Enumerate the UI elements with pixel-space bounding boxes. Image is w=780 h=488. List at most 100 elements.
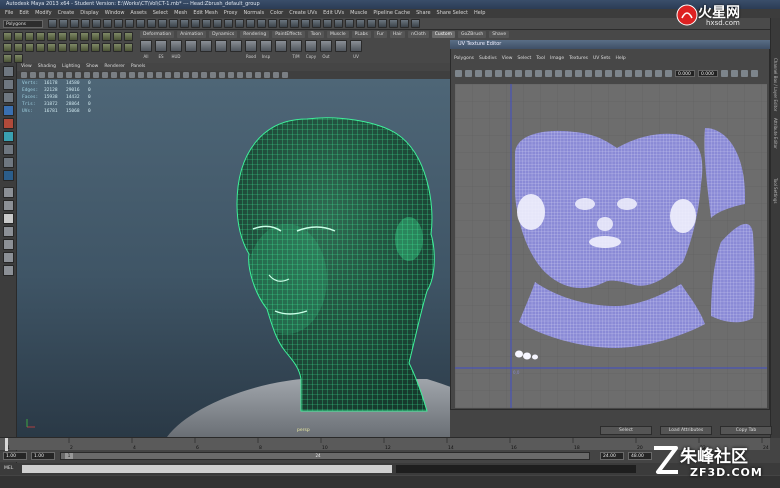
uv-value-field[interactable]: 0.000 [698,69,718,77]
uv-toolbar-icon[interactable] [731,69,738,77]
menu-edit-mesh[interactable]: Edit Mesh [193,9,217,18]
uv-value-field[interactable]: 0.000 [675,69,695,77]
menu-select[interactable]: Select [153,9,168,18]
viewport-toolbar-icon[interactable] [84,72,90,78]
menu-set-select[interactable]: Polygons [3,20,43,28]
shelf-tab-painteffects[interactable]: PaintEffects [272,31,305,38]
uv-toolbar-icon[interactable] [565,69,572,77]
viewport-toolbar-icon[interactable] [174,72,180,78]
uv-toolbar-icon[interactable] [495,69,502,77]
shelf-tab-custom[interactable]: Custom [431,31,455,38]
status-line-button-icon[interactable] [81,19,90,28]
status-line-button-icon[interactable] [411,19,420,28]
uv-toolbar-icon[interactable] [605,69,612,77]
shelf-tool-icon[interactable] [185,40,197,52]
persp-hypershade-layout-icon[interactable] [3,239,14,250]
uv-toolbar-icon[interactable] [721,69,728,77]
shelf-tool-icon[interactable] [200,40,212,52]
status-line-button-icon[interactable] [147,19,156,28]
rotate-tool-icon[interactable] [3,118,14,129]
side-tab-channel-box[interactable]: Channel Box / Layer Editor [773,58,778,111]
viewport-toolbar-icon[interactable] [192,72,198,78]
shelf-tool-icon[interactable] [155,40,167,52]
viewport-toolbar-icon[interactable] [282,72,288,78]
viewport-toolbar-icon[interactable] [21,72,27,78]
viewport-toolbar-icon[interactable] [129,72,135,78]
custom-shelf-button-icon[interactable] [3,32,12,41]
status-line-button-icon[interactable] [279,19,288,28]
status-line-button-icon[interactable] [213,19,222,28]
status-line-button-icon[interactable] [158,19,167,28]
status-line-button-icon[interactable] [136,19,145,28]
status-line-button-icon[interactable] [345,19,354,28]
status-line-button-icon[interactable] [312,19,321,28]
perspective-viewport[interactable] [17,79,450,437]
uv-toolbar-icon[interactable] [635,69,642,77]
viewport-toolbar-icon[interactable] [75,72,81,78]
viewport-toolbar-icon[interactable] [39,72,45,78]
uv-toolbar-icon[interactable] [455,69,462,77]
menu-proxy[interactable]: Proxy [224,9,238,18]
uv-toolbar-icon[interactable] [575,69,582,77]
menu-share-select[interactable]: Share Select [437,9,468,18]
status-line-button-icon[interactable] [114,19,123,28]
status-line-button-icon[interactable] [202,19,211,28]
uv-toolbar-icon[interactable] [625,69,632,77]
status-line-button-icon[interactable] [191,19,200,28]
shelf-tool-icon[interactable] [305,40,317,52]
shelf-tab-deformation[interactable]: Deformation [140,31,175,38]
shelf-tool-icon[interactable] [170,40,182,52]
status-line-button-icon[interactable] [323,19,332,28]
status-line-button-icon[interactable] [224,19,233,28]
custom-shelf-button-icon[interactable] [69,32,78,41]
custom-shelf-button-icon[interactable] [91,43,100,52]
status-line-button-icon[interactable] [301,19,310,28]
viewport-toolbar-icon[interactable] [48,72,54,78]
shelf-tab-animation[interactable]: Animation [177,31,207,38]
uv-toolbar-icon[interactable] [615,69,622,77]
viewport-menu-show[interactable]: Show [86,63,98,71]
shelf-tool-icon[interactable] [335,40,347,52]
status-line-button-icon[interactable] [169,19,178,28]
viewport-toolbar-icon[interactable] [237,72,243,78]
custom-shelf-button-icon[interactable] [47,32,56,41]
viewport-toolbar-icon[interactable] [201,72,207,78]
shelf-tool-icon[interactable] [275,40,287,52]
outliner-layout-icon[interactable] [3,265,14,276]
playback-end-field[interactable]: 24.00 [600,452,624,460]
status-line-button-icon[interactable] [257,19,266,28]
uv-toolbar-icon[interactable] [525,69,532,77]
status-line-button-icon[interactable] [367,19,376,28]
select-tool-icon[interactable] [3,66,14,77]
uv-menu-polygons[interactable]: Polygons [454,54,474,63]
status-line-button-icon[interactable] [290,19,299,28]
load-attributes-button[interactable]: Load Attributes [660,426,712,435]
shelf-tab-dynamics[interactable]: Dynamics [209,31,238,38]
shelf-tab-shave[interactable]: Shave [489,31,510,38]
status-line-button-icon[interactable] [268,19,277,28]
scale-tool-icon[interactable] [3,131,14,142]
range-slider[interactable]: 1 24 [60,452,590,460]
menu-color[interactable]: Color [270,9,283,18]
uv-menu-tool[interactable]: Tool [536,54,545,63]
four-view-layout-icon[interactable] [3,200,14,211]
custom-shelf-button-icon[interactable] [14,54,23,63]
uv-toolbar-icon[interactable] [545,69,552,77]
shelf-tool-icon[interactable] [320,40,332,52]
menu-pipeline-cache[interactable]: Pipeline Cache [373,9,410,18]
status-line-button-icon[interactable] [70,19,79,28]
status-line-button-icon[interactable] [400,19,409,28]
uv-menu-help[interactable]: Help [616,54,626,63]
shelf-tab-rendering[interactable]: Rendering [240,31,270,38]
uv-toolbar-icon[interactable] [655,69,662,77]
uv-toolbar-icon[interactable] [751,69,758,77]
persp-uv-layout-icon[interactable] [3,252,14,263]
side-tab-tool-settings[interactable]: Tool Settings [773,178,778,203]
uv-toolbar-icon[interactable] [645,69,652,77]
menu-edit-uvs[interactable]: Edit UVs [323,9,344,18]
uv-toolbar-icon[interactable] [595,69,602,77]
custom-shelf-button-icon[interactable] [124,32,133,41]
paint-select-tool-icon[interactable] [3,92,14,103]
uv-toolbar-icon[interactable] [475,69,482,77]
menu-muscle[interactable]: Muscle [350,9,367,18]
